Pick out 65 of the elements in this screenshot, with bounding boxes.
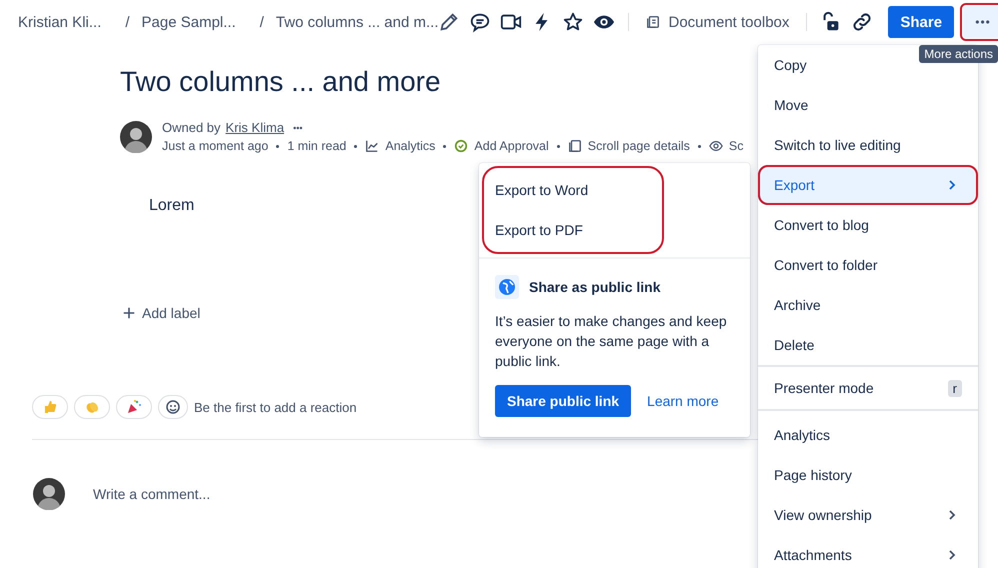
share-button[interactable]: Share [888,6,954,38]
breadcrumb-separator: / [260,14,264,30]
page-title: Two columns ... and more [120,66,441,98]
menu-item[interactable]: View ownership [758,495,978,535]
menu-item[interactable]: Presenter mode r [758,367,978,409]
learn-more-link[interactable]: Learn more [647,393,719,409]
document-icon [646,15,660,29]
document-icon [568,139,582,153]
menu-item[interactable]: Delete [758,325,978,365]
tooltip: More actions [919,45,998,63]
meta-link[interactable]: Scroll page details [568,139,690,153]
promo-text: It’s easier to make changes and keep everyone on the same page with a public link. [495,312,728,371]
owner-more-button[interactable]: ••• [289,122,307,132]
link-icon[interactable] [851,11,874,33]
separator-dot [276,144,280,148]
meta-link[interactable]: Sc [708,139,744,153]
menu-item[interactable]: Analytics [758,415,978,455]
separator-dot [698,144,701,148]
menu-item[interactable]: Archive [758,285,978,325]
add-label-button[interactable]: Add label [122,305,200,321]
add-reaction-button[interactable] [158,395,188,419]
meta-text: Just a moment ago [162,139,268,153]
check-circle-icon [454,139,468,153]
reaction-button[interactable] [116,395,152,419]
owner-label: Owned by [162,120,221,135]
line-chart-icon [365,139,380,153]
menu-item[interactable]: Export to Word [484,170,662,210]
menu-item[interactable]: Convert to folder [758,245,978,285]
menu-item[interactable]: Export [758,165,978,205]
party-popper-icon [126,399,142,415]
menu-item[interactable]: Export to PDF [484,210,662,250]
menu-item[interactable]: Move [758,85,978,125]
shortcut-key: r [948,380,962,396]
share-public-link-button[interactable]: Share public link [495,385,632,417]
menu-item[interactable]: Attachments [758,535,978,568]
meta-link[interactable]: Add Approval [454,139,549,153]
eye-icon [708,139,723,153]
menu-item[interactable]: Copy [758,45,908,85]
star-icon[interactable] [562,11,584,33]
promo-title: Share as public link [529,279,660,295]
breadcrumb-link[interactable]: Kristian Kli... [18,14,102,30]
avatar-icon [33,478,65,510]
menu-item[interactable]: Switch to live editing [758,125,978,165]
comment-icon[interactable] [469,11,492,33]
owner-link[interactable]: Kris Klima [226,120,284,135]
reaction-prompt: Be the first to add a reaction [194,400,357,414]
separator-dot [443,144,446,148]
separator-dot [556,144,560,148]
separator-dot [354,144,358,148]
breadcrumb-separator: / [125,14,130,30]
document-toolbox-button[interactable]: Document toolbox [642,14,794,30]
globe-icon [495,275,519,299]
avatar-icon [120,120,152,152]
breadcrumb-link[interactable]: Page Sampl... [142,14,236,30]
breadcrumb-link[interactable]: Two columns ... and m... [276,14,438,30]
body-text: Lorem [149,197,196,215]
thumbs-up-icon [42,399,58,415]
more-actions-button[interactable]: ••• [963,6,998,38]
plus-icon [122,306,136,320]
meta-link[interactable]: Analytics [365,139,436,153]
menu-item[interactable]: Page history [758,455,978,495]
menu-item[interactable]: Convert to blog [758,205,978,245]
pencil-icon[interactable] [438,11,460,33]
smiley-icon [165,399,181,415]
meta-text: 1 min read [287,139,346,153]
